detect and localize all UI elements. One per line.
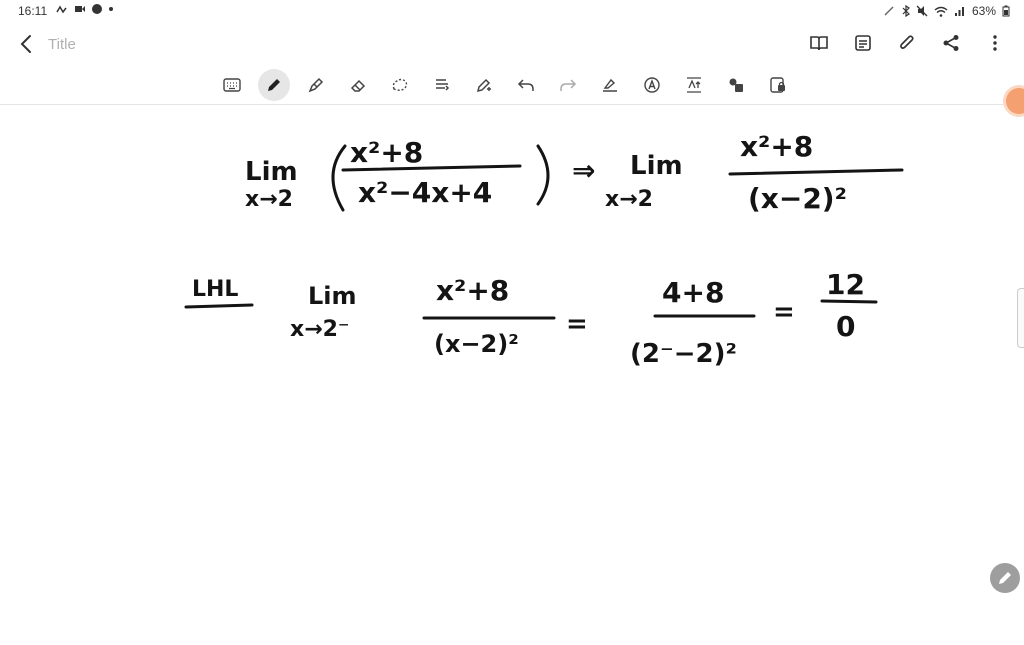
weather-icon	[56, 5, 67, 14]
share-button[interactable]	[940, 32, 962, 54]
status-bar: 16:11 63%	[0, 0, 1024, 22]
signal-icon	[954, 6, 964, 16]
lock-image-icon	[770, 77, 785, 93]
lasso-tool[interactable]	[384, 69, 416, 101]
fraction-2-numerator: x²+8	[740, 130, 813, 163]
note-canvas[interactable]: Lim x→2 x²+8 x²−4x+4 ⇒ Lim x→2 x²+8 (x−2…	[0, 104, 1024, 640]
fraction-1-numerator: x²+8	[350, 136, 423, 169]
keyboard-icon	[223, 78, 241, 92]
status-right: 63%	[884, 4, 1010, 18]
pen-settings-icon	[476, 78, 491, 93]
battery-percent: 63%	[971, 4, 996, 18]
text-size-icon	[687, 77, 701, 93]
limit-subscript-3: x→2⁻	[290, 317, 350, 342]
text-size-tool[interactable]	[678, 69, 710, 101]
paperclip-icon	[900, 35, 914, 49]
document-title-input[interactable]: Title	[48, 36, 76, 53]
limit-subscript-1: x→2	[245, 187, 293, 212]
text-align-icon	[436, 79, 450, 91]
lhl-underline	[184, 303, 254, 309]
read-mode-button[interactable]	[808, 32, 830, 54]
fraction-4-denominator: (2⁻−2)²	[630, 339, 737, 369]
status-time: 16:11	[18, 4, 48, 18]
limit-subscript-2: x→2	[605, 187, 653, 212]
handwriting-layer: Lim x→2 x²+8 x²−4x+4 ⇒ Lim x→2 x²+8 (x−2…	[184, 130, 904, 369]
pen-status-icon	[884, 6, 894, 16]
drawing-toolbar	[0, 66, 1024, 105]
implies-symbol: ⇒	[572, 154, 595, 187]
result-fraction-bar	[820, 299, 878, 304]
text-align-tool[interactable]	[426, 69, 458, 101]
more-options-button[interactable]	[984, 32, 1006, 54]
fraction-bar-2	[728, 168, 904, 176]
fraction-2-denominator: (x−2)²	[748, 182, 847, 215]
handwriting-icon	[603, 78, 617, 92]
fraction-1-denominator: x²−4x+4	[358, 176, 492, 209]
wifi-icon	[934, 6, 948, 17]
handwriting-tool[interactable]	[594, 69, 626, 101]
text-style-tool[interactable]	[636, 69, 668, 101]
title-bar: Title	[0, 22, 1024, 66]
pen-settings-tool[interactable]	[468, 69, 500, 101]
redo-icon	[560, 79, 577, 91]
lhl-label: LHL	[192, 277, 238, 302]
lasso-icon	[392, 78, 408, 91]
keyboard-tool[interactable]	[216, 69, 248, 101]
dot-icon	[109, 7, 113, 11]
left-paren	[331, 144, 347, 212]
side-panel-handle[interactable]	[1017, 288, 1024, 348]
more-vertical-icon	[993, 35, 997, 51]
fraction-3-denominator: (x−2)²	[434, 330, 519, 358]
mute-icon	[916, 5, 928, 17]
back-button[interactable]	[14, 32, 38, 56]
lim-label-3: Lim	[308, 282, 357, 310]
fraction-3-numerator: x²+8	[436, 274, 509, 307]
battery-icon	[1002, 5, 1010, 17]
lim-label-1: Lim	[245, 157, 298, 187]
status-notification-icons	[56, 3, 114, 15]
chevron-left-icon	[20, 35, 31, 53]
pen-tool[interactable]	[258, 69, 290, 101]
pen-fab-icon	[999, 572, 1011, 584]
book-icon	[810, 36, 828, 51]
share-icon	[943, 35, 959, 51]
lim-label-2: Lim	[630, 151, 683, 181]
shapes-icon	[729, 78, 743, 92]
fraction-4-numerator: 4+8	[662, 276, 724, 309]
image-lock-tool[interactable]	[762, 69, 794, 101]
equals-sign-2: =	[773, 297, 795, 327]
undo-button[interactable]	[510, 69, 542, 101]
eraser-tool[interactable]	[342, 69, 374, 101]
bluetooth-icon	[902, 5, 910, 17]
video-icon	[75, 6, 85, 12]
redo-button[interactable]	[552, 69, 584, 101]
highlighter-icon	[308, 77, 324, 93]
result-numerator: 12	[826, 268, 865, 301]
bluetooth-status-icon	[92, 4, 102, 14]
text-style-icon	[644, 77, 660, 93]
top-actions	[808, 32, 1006, 54]
pen-floating-button[interactable]	[990, 563, 1020, 593]
shapes-tool[interactable]	[720, 69, 752, 101]
equals-sign-1: =	[566, 309, 588, 339]
page-icon	[855, 35, 871, 51]
eraser-icon	[350, 79, 366, 92]
highlighter-tool[interactable]	[300, 69, 332, 101]
right-paren	[536, 144, 550, 206]
result-denominator: 0	[836, 310, 855, 343]
attach-button[interactable]	[896, 32, 918, 54]
pen-icon	[268, 79, 280, 91]
undo-icon	[517, 79, 534, 91]
page-view-button[interactable]	[852, 32, 874, 54]
